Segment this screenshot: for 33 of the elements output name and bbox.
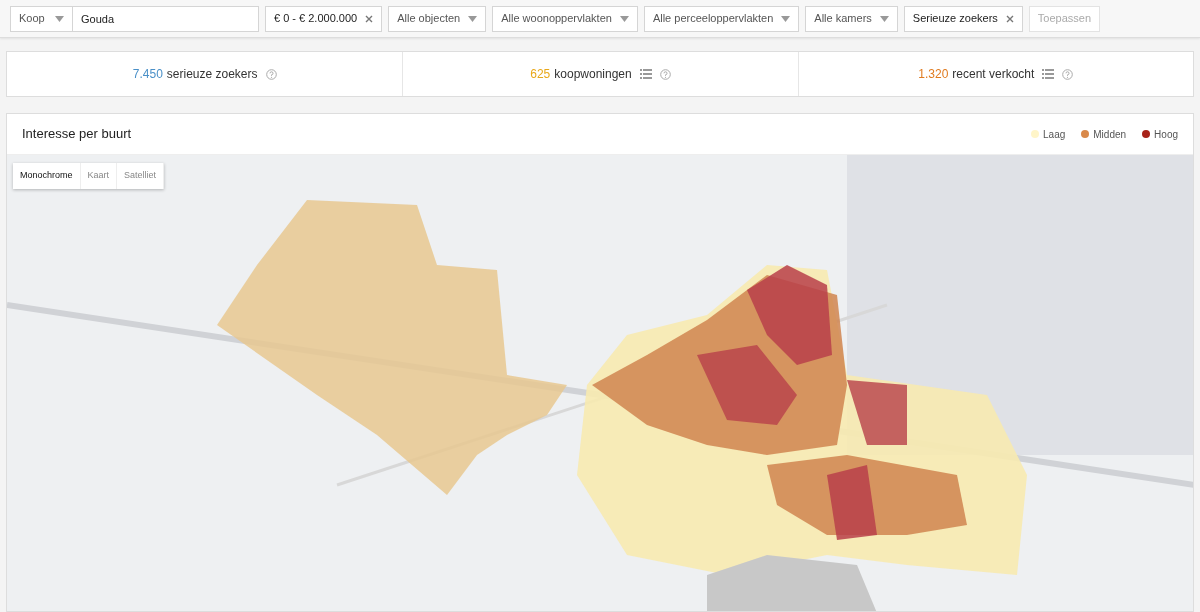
- filter-chip[interactable]: € 0 - € 2.000.000: [265, 5, 383, 32]
- help-icon: [659, 68, 671, 80]
- filter-chip[interactable]: Serieuze zoekers: [903, 5, 1023, 32]
- filter-dropdown[interactable]: Alle objecten: [388, 5, 487, 32]
- stat-label: koopwoningen: [554, 66, 632, 83]
- help-icon: [265, 68, 277, 80]
- stat-label: serieuze zoekers: [166, 66, 258, 83]
- close-icon[interactable]: [365, 14, 374, 23]
- caret-icon: [879, 15, 889, 22]
- panel-title: Interesse per buurt: [22, 125, 132, 144]
- legend-label: Laag: [1043, 127, 1066, 142]
- list-icon[interactable]: [1042, 69, 1055, 79]
- caret-icon: [781, 15, 791, 22]
- filter-dropdown[interactable]: Alle perceeloppervlakten: [643, 5, 800, 32]
- legend-label: Midden: [1093, 127, 1127, 142]
- stat-number: 1.320: [918, 66, 949, 83]
- stat-number: 625: [530, 66, 551, 83]
- location-input[interactable]: Gouda: [73, 5, 259, 32]
- legend-label: Hoog: [1154, 127, 1178, 142]
- caret-icon: [55, 15, 64, 22]
- map-type-tab[interactable]: Satelliet: [117, 163, 165, 189]
- caret-icon: [468, 15, 478, 22]
- map-type-tab[interactable]: Monochrome: [13, 163, 81, 189]
- caret-icon: [619, 15, 629, 22]
- filter-dropdown[interactable]: Alle kamers: [805, 5, 898, 32]
- close-icon[interactable]: [1005, 14, 1014, 23]
- list-icon[interactable]: [639, 69, 652, 79]
- map-type-tab[interactable]: Kaart: [80, 163, 118, 189]
- stat-label: recent verkocht: [952, 66, 1035, 83]
- filter-dropdown[interactable]: Alle woonoppervlakten: [492, 5, 638, 32]
- filter-dropdown[interactable]: Koop: [10, 5, 73, 32]
- help-icon: [1062, 68, 1074, 80]
- stat-number: 7.450: [132, 66, 163, 83]
